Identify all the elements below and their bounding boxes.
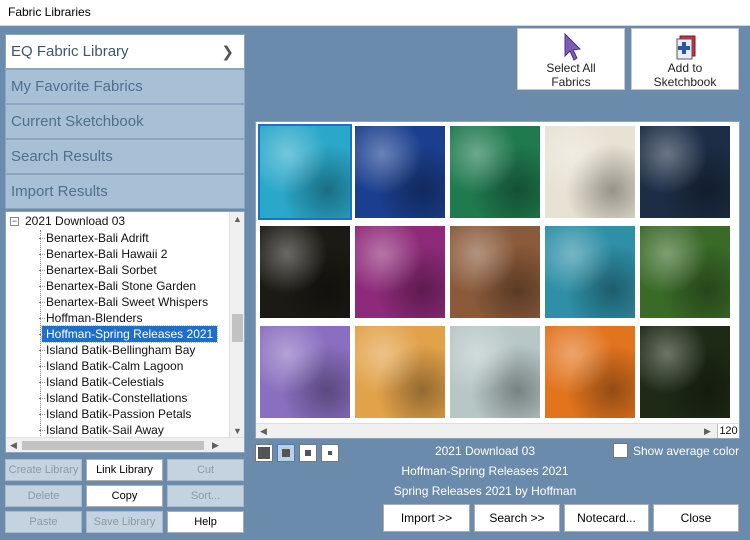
create-library-button[interactable]: Create Library [5,459,82,481]
fabric-swatch[interactable] [545,126,635,218]
fabric-swatch[interactable] [450,126,540,218]
delete-button[interactable]: Delete [5,485,82,507]
collection-detail: Spring Releases 2021 by Hoffman [393,484,577,498]
swatch-size-medium[interactable] [277,444,295,462]
fabric-grid[interactable]: ◀ ▶ 120 [255,121,740,439]
window-title: Fabric Libraries [8,5,91,19]
save-library-button[interactable]: Save Library [86,511,163,533]
scroll-up-icon[interactable]: ▲ [233,214,242,224]
fabric-libraries-window: EQ Fabric Library ❯ My Favorite Fabrics … [0,26,750,540]
tree-item[interactable]: Island Batik-Sail Away [39,422,168,438]
collection-name: Hoffman-Spring Releases 2021 [401,464,569,478]
tree-item[interactable]: Benartex-Bali Stone Garden [38,278,200,294]
fabric-swatch[interactable] [355,326,445,418]
tree-item[interactable]: Benartex-Bali Hawaii 2 [38,246,171,262]
nav-import-results[interactable]: Import Results [5,174,245,209]
scroll-thumb[interactable] [232,314,243,342]
scroll-right-icon[interactable]: ▶ [212,440,219,451]
chevron-right-icon: ❯ [221,44,234,61]
nav-eq-fabric-library[interactable]: EQ Fabric Library ❯ [5,34,245,69]
library-name: 2021 Download 03 [434,444,536,458]
help-button[interactable]: Help [167,511,244,533]
fabric-swatch[interactable] [355,126,445,218]
tree-item[interactable]: Island Batik-Constellations [38,390,191,406]
library-tree[interactable]: −2021 Download 03 Benartex-Bali Adrift B… [5,211,245,453]
fabric-swatch[interactable] [258,124,352,220]
fabric-swatch[interactable] [640,226,730,318]
swatch-size-small[interactable] [299,444,317,462]
nav-search-results[interactable]: Search Results [5,139,245,174]
library-nav: EQ Fabric Library ❯ My Favorite Fabrics … [5,34,245,209]
tree-horizontal-scrollbar[interactable]: ◀ ▶ [6,437,244,452]
tree-item[interactable]: Hoffman-Blenders [39,310,147,326]
fabric-count: 120 [717,424,739,438]
sort-button[interactable]: Sort... [167,485,244,507]
select-all-fabrics-button[interactable]: Select All Fabrics [517,28,625,90]
tree-item[interactable]: Island Batik-Passion Petals [38,406,195,422]
nav-my-favorite-fabrics[interactable]: My Favorite Fabrics [5,69,245,104]
cut-button[interactable]: Cut [167,459,244,481]
notecard-button[interactable]: Notecard... [564,504,649,532]
fabric-swatch[interactable] [450,326,540,418]
nav-current-sketchbook[interactable]: Current Sketchbook [5,104,245,139]
cursor-icon [518,32,624,61]
fabric-swatch[interactable] [545,326,635,418]
tree-item[interactable]: Island Batik-Bellingham Bay [38,342,199,358]
link-library-button[interactable]: Link Library [86,459,163,481]
tree-item[interactable]: Benartex-Bali Sweet Whispers [38,294,212,310]
import-button[interactable]: Import >> [383,504,470,532]
show-average-color-label: Show average color [633,444,740,458]
fabric-swatch[interactable] [260,226,350,318]
tree-root[interactable]: −2021 Download 03 [10,214,125,230]
fabric-swatch[interactable] [640,126,730,218]
fabric-swatch[interactable] [545,226,635,318]
swatch-size-large[interactable] [255,444,273,462]
select-all-label: Select All Fabrics [546,61,596,89]
tree-item[interactable]: Benartex-Bali Adrift [39,230,153,246]
tree-item[interactable]: Island Batik-Calm Lagoon [38,358,187,374]
fabric-swatch[interactable] [640,326,730,418]
tree-vertical-scrollbar[interactable]: ▲ ▼ [229,212,244,438]
copy-button[interactable]: Copy [86,485,163,507]
fabric-swatch[interactable] [355,226,445,318]
paste-button[interactable]: Paste [5,511,82,533]
title-bar: Fabric Libraries [0,0,750,26]
scroll-down-icon[interactable]: ▼ [233,426,242,436]
fabric-swatch[interactable] [260,326,350,418]
grid-horizontal-scrollbar[interactable]: ◀ ▶ 120 [256,423,739,438]
scroll-left-icon[interactable]: ◀ [10,440,17,451]
swatch-size-tiny[interactable] [321,444,339,462]
tree-item[interactable]: Benartex-Bali Sorbet [39,262,161,278]
add-sketchbook-icon [632,33,738,61]
scroll-right-icon[interactable]: ▶ [704,426,711,437]
add-to-sketchbook-label: Add to Sketchbook [653,61,717,89]
scroll-thumb[interactable] [22,441,204,450]
tree-item-selected[interactable]: Hoffman-Spring Releases 2021 [38,325,219,343]
scroll-left-icon[interactable]: ◀ [260,426,267,437]
add-to-sketchbook-button[interactable]: Add to Sketchbook [631,28,739,90]
search-button[interactable]: Search >> [474,504,560,532]
tree-item[interactable]: Island Batik-Celestials [38,374,168,390]
fabric-swatch[interactable] [450,226,540,318]
collapse-icon[interactable]: − [10,217,19,226]
show-average-color-checkbox[interactable] [613,443,628,458]
close-button[interactable]: Close [653,504,739,532]
